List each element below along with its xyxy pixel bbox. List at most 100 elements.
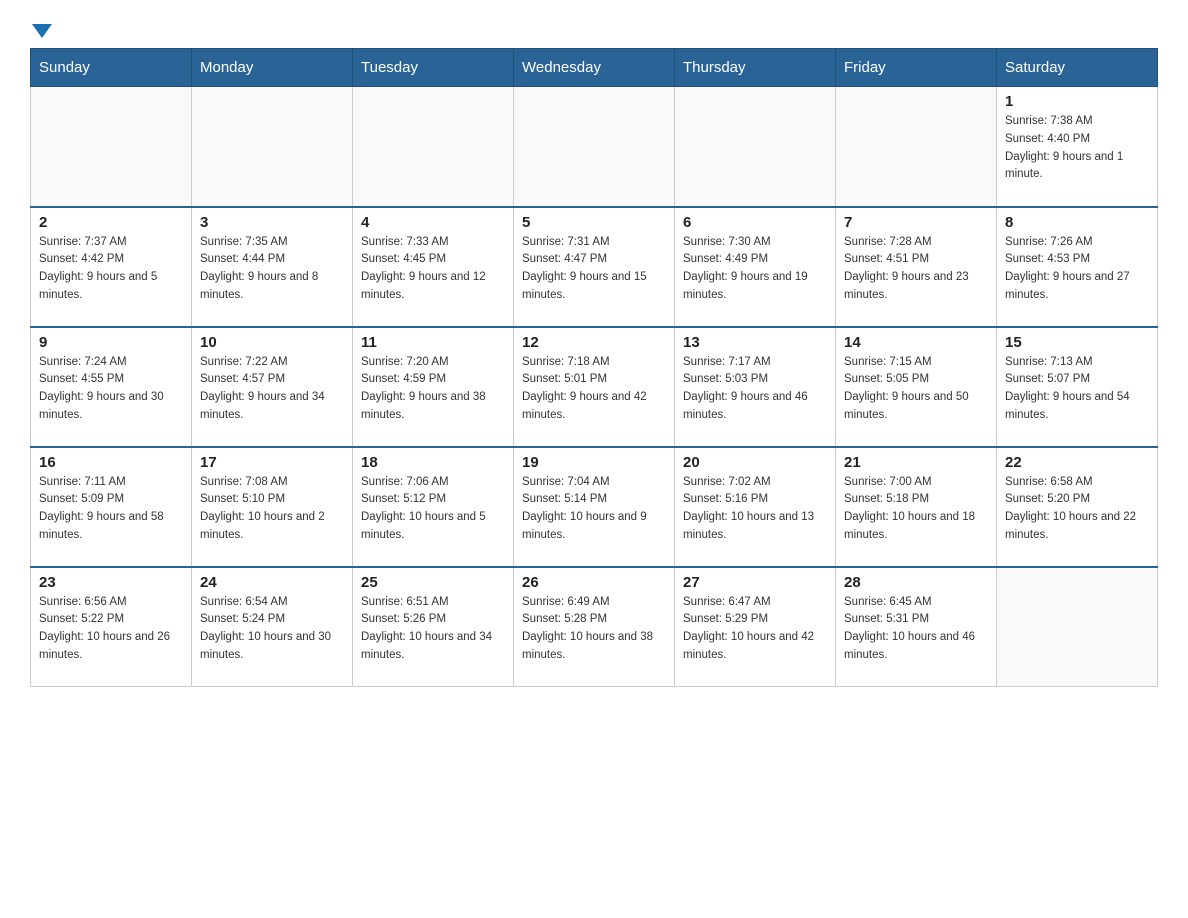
day-info: Sunrise: 7:24 AM Sunset: 4:55 PM Dayligh… [39,354,183,425]
calendar-cell: 22 Sunrise: 6:58 AM Sunset: 5:20 PM Dayli… [997,447,1158,567]
day-number: 7 [844,214,988,231]
day-number: 12 [522,334,666,351]
calendar-header-tuesday: Tuesday [353,49,514,87]
day-info: Sunrise: 7:04 AM Sunset: 5:14 PM Dayligh… [522,474,666,545]
day-info: Sunrise: 7:00 AM Sunset: 5:18 PM Dayligh… [844,474,988,545]
day-number: 16 [39,454,183,471]
calendar-cell: 18 Sunrise: 7:06 AM Sunset: 5:12 PM Dayli… [353,447,514,567]
calendar-table: SundayMondayTuesdayWednesdayThursdayFrid… [30,48,1158,687]
page-header [30,20,1158,38]
day-number: 15 [1005,334,1149,351]
day-number: 11 [361,334,505,351]
calendar-header-thursday: Thursday [675,49,836,87]
calendar-cell [514,87,675,207]
day-number: 21 [844,454,988,471]
logo-triangle-icon [32,24,52,38]
day-number: 23 [39,574,183,591]
day-info: Sunrise: 7:31 AM Sunset: 4:47 PM Dayligh… [522,234,666,305]
calendar-cell: 13 Sunrise: 7:17 AM Sunset: 5:03 PM Dayli… [675,327,836,447]
calendar-cell: 1Sunrise: 7:38 AM Sunset: 4:40 PM Daylig… [997,87,1158,207]
day-number: 10 [200,334,344,351]
day-number: 3 [200,214,344,231]
calendar-cell: 8 Sunrise: 7:26 AM Sunset: 4:53 PM Daylig… [997,207,1158,327]
day-info: Sunrise: 7:18 AM Sunset: 5:01 PM Dayligh… [522,354,666,425]
calendar-header-friday: Friday [836,49,997,87]
calendar-cell: 9 Sunrise: 7:24 AM Sunset: 4:55 PM Daylig… [31,327,192,447]
calendar-cell: 27 Sunrise: 6:47 AM Sunset: 5:29 PM Dayli… [675,567,836,687]
day-number: 24 [200,574,344,591]
day-number: 9 [39,334,183,351]
calendar-week-row-4: 16 Sunrise: 7:11 AM Sunset: 5:09 PM Dayli… [31,447,1158,567]
day-number: 28 [844,574,988,591]
day-number: 27 [683,574,827,591]
day-number: 20 [683,454,827,471]
day-number: 25 [361,574,505,591]
calendar-cell [353,87,514,207]
calendar-week-row-2: 2 Sunrise: 7:37 AM Sunset: 4:42 PM Daylig… [31,207,1158,327]
day-number: 1 [1005,93,1149,110]
calendar-cell: 23Sunrise: 6:56 AM Sunset: 5:22 PM Dayli… [31,567,192,687]
day-info: Sunrise: 7:22 AM Sunset: 4:57 PM Dayligh… [200,354,344,425]
calendar-cell: 26 Sunrise: 6:49 AM Sunset: 5:28 PM Dayli… [514,567,675,687]
day-info: Sunrise: 6:47 AM Sunset: 5:29 PM Dayligh… [683,594,827,665]
day-info: Sunrise: 7:13 AM Sunset: 5:07 PM Dayligh… [1005,354,1149,425]
day-number: 13 [683,334,827,351]
calendar-cell: 14 Sunrise: 7:15 AM Sunset: 5:05 PM Dayli… [836,327,997,447]
calendar-cell: 11Sunrise: 7:20 AM Sunset: 4:59 PM Dayli… [353,327,514,447]
day-info: Sunrise: 7:28 AM Sunset: 4:51 PM Dayligh… [844,234,988,305]
day-number: 18 [361,454,505,471]
calendar-cell [675,87,836,207]
calendar-cell: 5 Sunrise: 7:31 AM Sunset: 4:47 PM Daylig… [514,207,675,327]
day-number: 26 [522,574,666,591]
day-number: 2 [39,214,183,231]
calendar-week-row-5: 23Sunrise: 6:56 AM Sunset: 5:22 PM Dayli… [31,567,1158,687]
calendar-header-wednesday: Wednesday [514,49,675,87]
calendar-cell: 16 Sunrise: 7:11 AM Sunset: 5:09 PM Dayli… [31,447,192,567]
calendar-cell: 17Sunrise: 7:08 AM Sunset: 5:10 PM Dayli… [192,447,353,567]
day-info: Sunrise: 7:33 AM Sunset: 4:45 PM Dayligh… [361,234,505,305]
day-info: Sunrise: 7:11 AM Sunset: 5:09 PM Dayligh… [39,474,183,545]
calendar-header-row: SundayMondayTuesdayWednesdayThursdayFrid… [31,49,1158,87]
calendar-cell: 3 Sunrise: 7:35 AM Sunset: 4:44 PM Daylig… [192,207,353,327]
calendar-cell: 6 Sunrise: 7:30 AM Sunset: 4:49 PM Daylig… [675,207,836,327]
day-number: 4 [361,214,505,231]
calendar-cell: 4 Sunrise: 7:33 AM Sunset: 4:45 PM Daylig… [353,207,514,327]
day-info: Sunrise: 7:02 AM Sunset: 5:16 PM Dayligh… [683,474,827,545]
calendar-header-saturday: Saturday [997,49,1158,87]
day-info: Sunrise: 7:37 AM Sunset: 4:42 PM Dayligh… [39,234,183,305]
calendar-cell [192,87,353,207]
day-number: 8 [1005,214,1149,231]
day-info: Sunrise: 7:17 AM Sunset: 5:03 PM Dayligh… [683,354,827,425]
calendar-week-row-3: 9 Sunrise: 7:24 AM Sunset: 4:55 PM Daylig… [31,327,1158,447]
calendar-cell [836,87,997,207]
day-number: 14 [844,334,988,351]
calendar-cell: 10 Sunrise: 7:22 AM Sunset: 4:57 PM Dayli… [192,327,353,447]
calendar-cell: 7 Sunrise: 7:28 AM Sunset: 4:51 PM Daylig… [836,207,997,327]
calendar-header-sunday: Sunday [31,49,192,87]
day-info: Sunrise: 7:06 AM Sunset: 5:12 PM Dayligh… [361,474,505,545]
day-number: 22 [1005,454,1149,471]
logo [30,20,52,38]
calendar-cell: 25 Sunrise: 6:51 AM Sunset: 5:26 PM Dayli… [353,567,514,687]
day-info: Sunrise: 6:45 AM Sunset: 5:31 PM Dayligh… [844,594,988,665]
day-info: Sunrise: 6:49 AM Sunset: 5:28 PM Dayligh… [522,594,666,665]
day-number: 6 [683,214,827,231]
day-info: Sunrise: 6:58 AM Sunset: 5:20 PM Dayligh… [1005,474,1149,545]
calendar-cell [31,87,192,207]
calendar-week-row-1: 1Sunrise: 7:38 AM Sunset: 4:40 PM Daylig… [31,87,1158,207]
calendar-cell: 2 Sunrise: 7:37 AM Sunset: 4:42 PM Daylig… [31,207,192,327]
calendar-cell: 21 Sunrise: 7:00 AM Sunset: 5:18 PM Dayli… [836,447,997,567]
day-info: Sunrise: 7:35 AM Sunset: 4:44 PM Dayligh… [200,234,344,305]
calendar-cell: 12 Sunrise: 7:18 AM Sunset: 5:01 PM Dayli… [514,327,675,447]
day-info: Sunrise: 7:08 AM Sunset: 5:10 PM Dayligh… [200,474,344,545]
day-info: Sunrise: 7:15 AM Sunset: 5:05 PM Dayligh… [844,354,988,425]
calendar-cell: 19Sunrise: 7:04 AM Sunset: 5:14 PM Dayli… [514,447,675,567]
day-info: Sunrise: 6:51 AM Sunset: 5:26 PM Dayligh… [361,594,505,665]
day-number: 5 [522,214,666,231]
day-info: Sunrise: 7:26 AM Sunset: 4:53 PM Dayligh… [1005,234,1149,305]
calendar-cell: 24 Sunrise: 6:54 AM Sunset: 5:24 PM Dayli… [192,567,353,687]
calendar-header-monday: Monday [192,49,353,87]
calendar-cell: 28 Sunrise: 6:45 AM Sunset: 5:31 PM Dayli… [836,567,997,687]
day-info: Sunrise: 6:54 AM Sunset: 5:24 PM Dayligh… [200,594,344,665]
day-info: Sunrise: 7:30 AM Sunset: 4:49 PM Dayligh… [683,234,827,305]
